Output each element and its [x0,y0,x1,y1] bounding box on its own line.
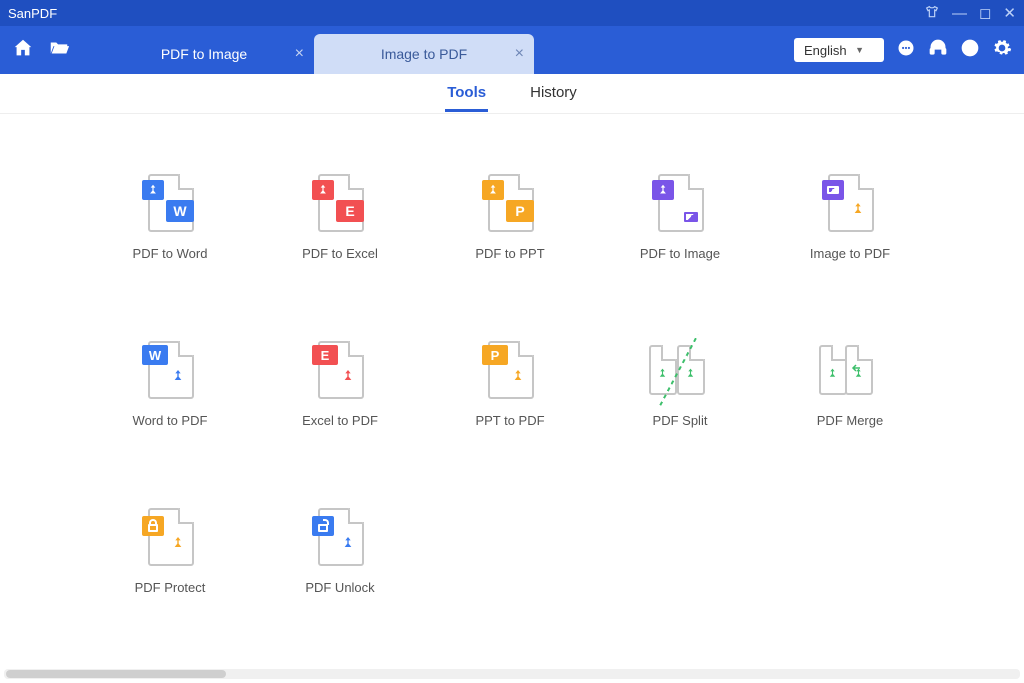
toolbar: PDF to Image × Image to PDF × English ▼ [0,26,1024,74]
close-window-button[interactable]: ✕ [1003,6,1016,21]
tool-pdf-unlock[interactable]: PDF Unlock [270,508,410,595]
tab-label: PDF to Image [161,46,247,62]
minimize-button[interactable]: — [952,6,967,21]
tool-label: PDF to PPT [475,246,544,261]
tool-label: Word to PDF [133,413,208,428]
settings-icon[interactable] [992,38,1012,63]
app-window: SanPDF — ◻ ✕ PDF to Image × Image to [0,0,1024,683]
tool-label: PDF Split [653,413,708,428]
tool-label: PPT to PDF [475,413,544,428]
tool-grid: W PDF to Word E PDF to Excel [100,174,964,595]
tab-label: Image to PDF [381,46,467,62]
tool-ppt-to-pdf[interactable]: P PPT to PDF [440,341,580,428]
tool-pdf-split[interactable]: PDF Split [610,341,750,428]
tab-close-icon[interactable]: × [295,46,304,62]
app-title: SanPDF [8,6,924,21]
chat-icon[interactable] [896,38,916,63]
tool-label: PDF to Image [640,246,720,261]
tool-label: Image to PDF [810,246,890,261]
tool-label: PDF Protect [135,580,206,595]
tool-label: PDF Merge [817,413,883,428]
tab-image-to-pdf[interactable]: Image to PDF × [314,34,534,74]
language-select[interactable]: English ▼ [794,38,884,62]
content-area: W PDF to Word E PDF to Excel [0,114,1024,669]
tab-close-icon[interactable]: × [515,46,524,62]
subnav-tools[interactable]: Tools [445,76,488,112]
maximize-button[interactable]: ◻ [979,6,991,21]
open-folder-icon[interactable] [48,37,70,64]
subnav: Tools History [0,74,1024,114]
home-icon[interactable] [12,37,34,64]
tool-pdf-protect[interactable]: PDF Protect [100,508,240,595]
account-icon[interactable] [960,38,980,63]
horizontal-scrollbar[interactable] [4,669,1020,679]
tool-image-to-pdf[interactable]: Image to PDF [780,174,920,261]
tool-pdf-merge[interactable]: PDF Merge [780,341,920,428]
tab-bar: PDF to Image × Image to PDF × [94,26,534,74]
subnav-history[interactable]: History [528,76,579,112]
theme-icon[interactable] [924,4,940,23]
tool-word-to-pdf[interactable]: W Word to PDF [100,341,240,428]
tool-label: PDF to Word [133,246,208,261]
tool-pdf-to-word[interactable]: W PDF to Word [100,174,240,261]
language-selected: English [804,43,847,58]
titlebar: SanPDF — ◻ ✕ [0,0,1024,26]
tool-pdf-to-ppt[interactable]: P PDF to PPT [440,174,580,261]
tool-label: PDF to Excel [302,246,378,261]
tool-label: Excel to PDF [302,413,378,428]
chevron-down-icon: ▼ [855,45,864,55]
support-icon[interactable] [928,38,948,63]
tool-pdf-to-excel[interactable]: E PDF to Excel [270,174,410,261]
tool-excel-to-pdf[interactable]: E Excel to PDF [270,341,410,428]
tab-pdf-to-image[interactable]: PDF to Image × [94,34,314,74]
tool-label: PDF Unlock [305,580,374,595]
scrollbar-thumb[interactable] [6,670,226,678]
tool-pdf-to-image[interactable]: PDF to Image [610,174,750,261]
